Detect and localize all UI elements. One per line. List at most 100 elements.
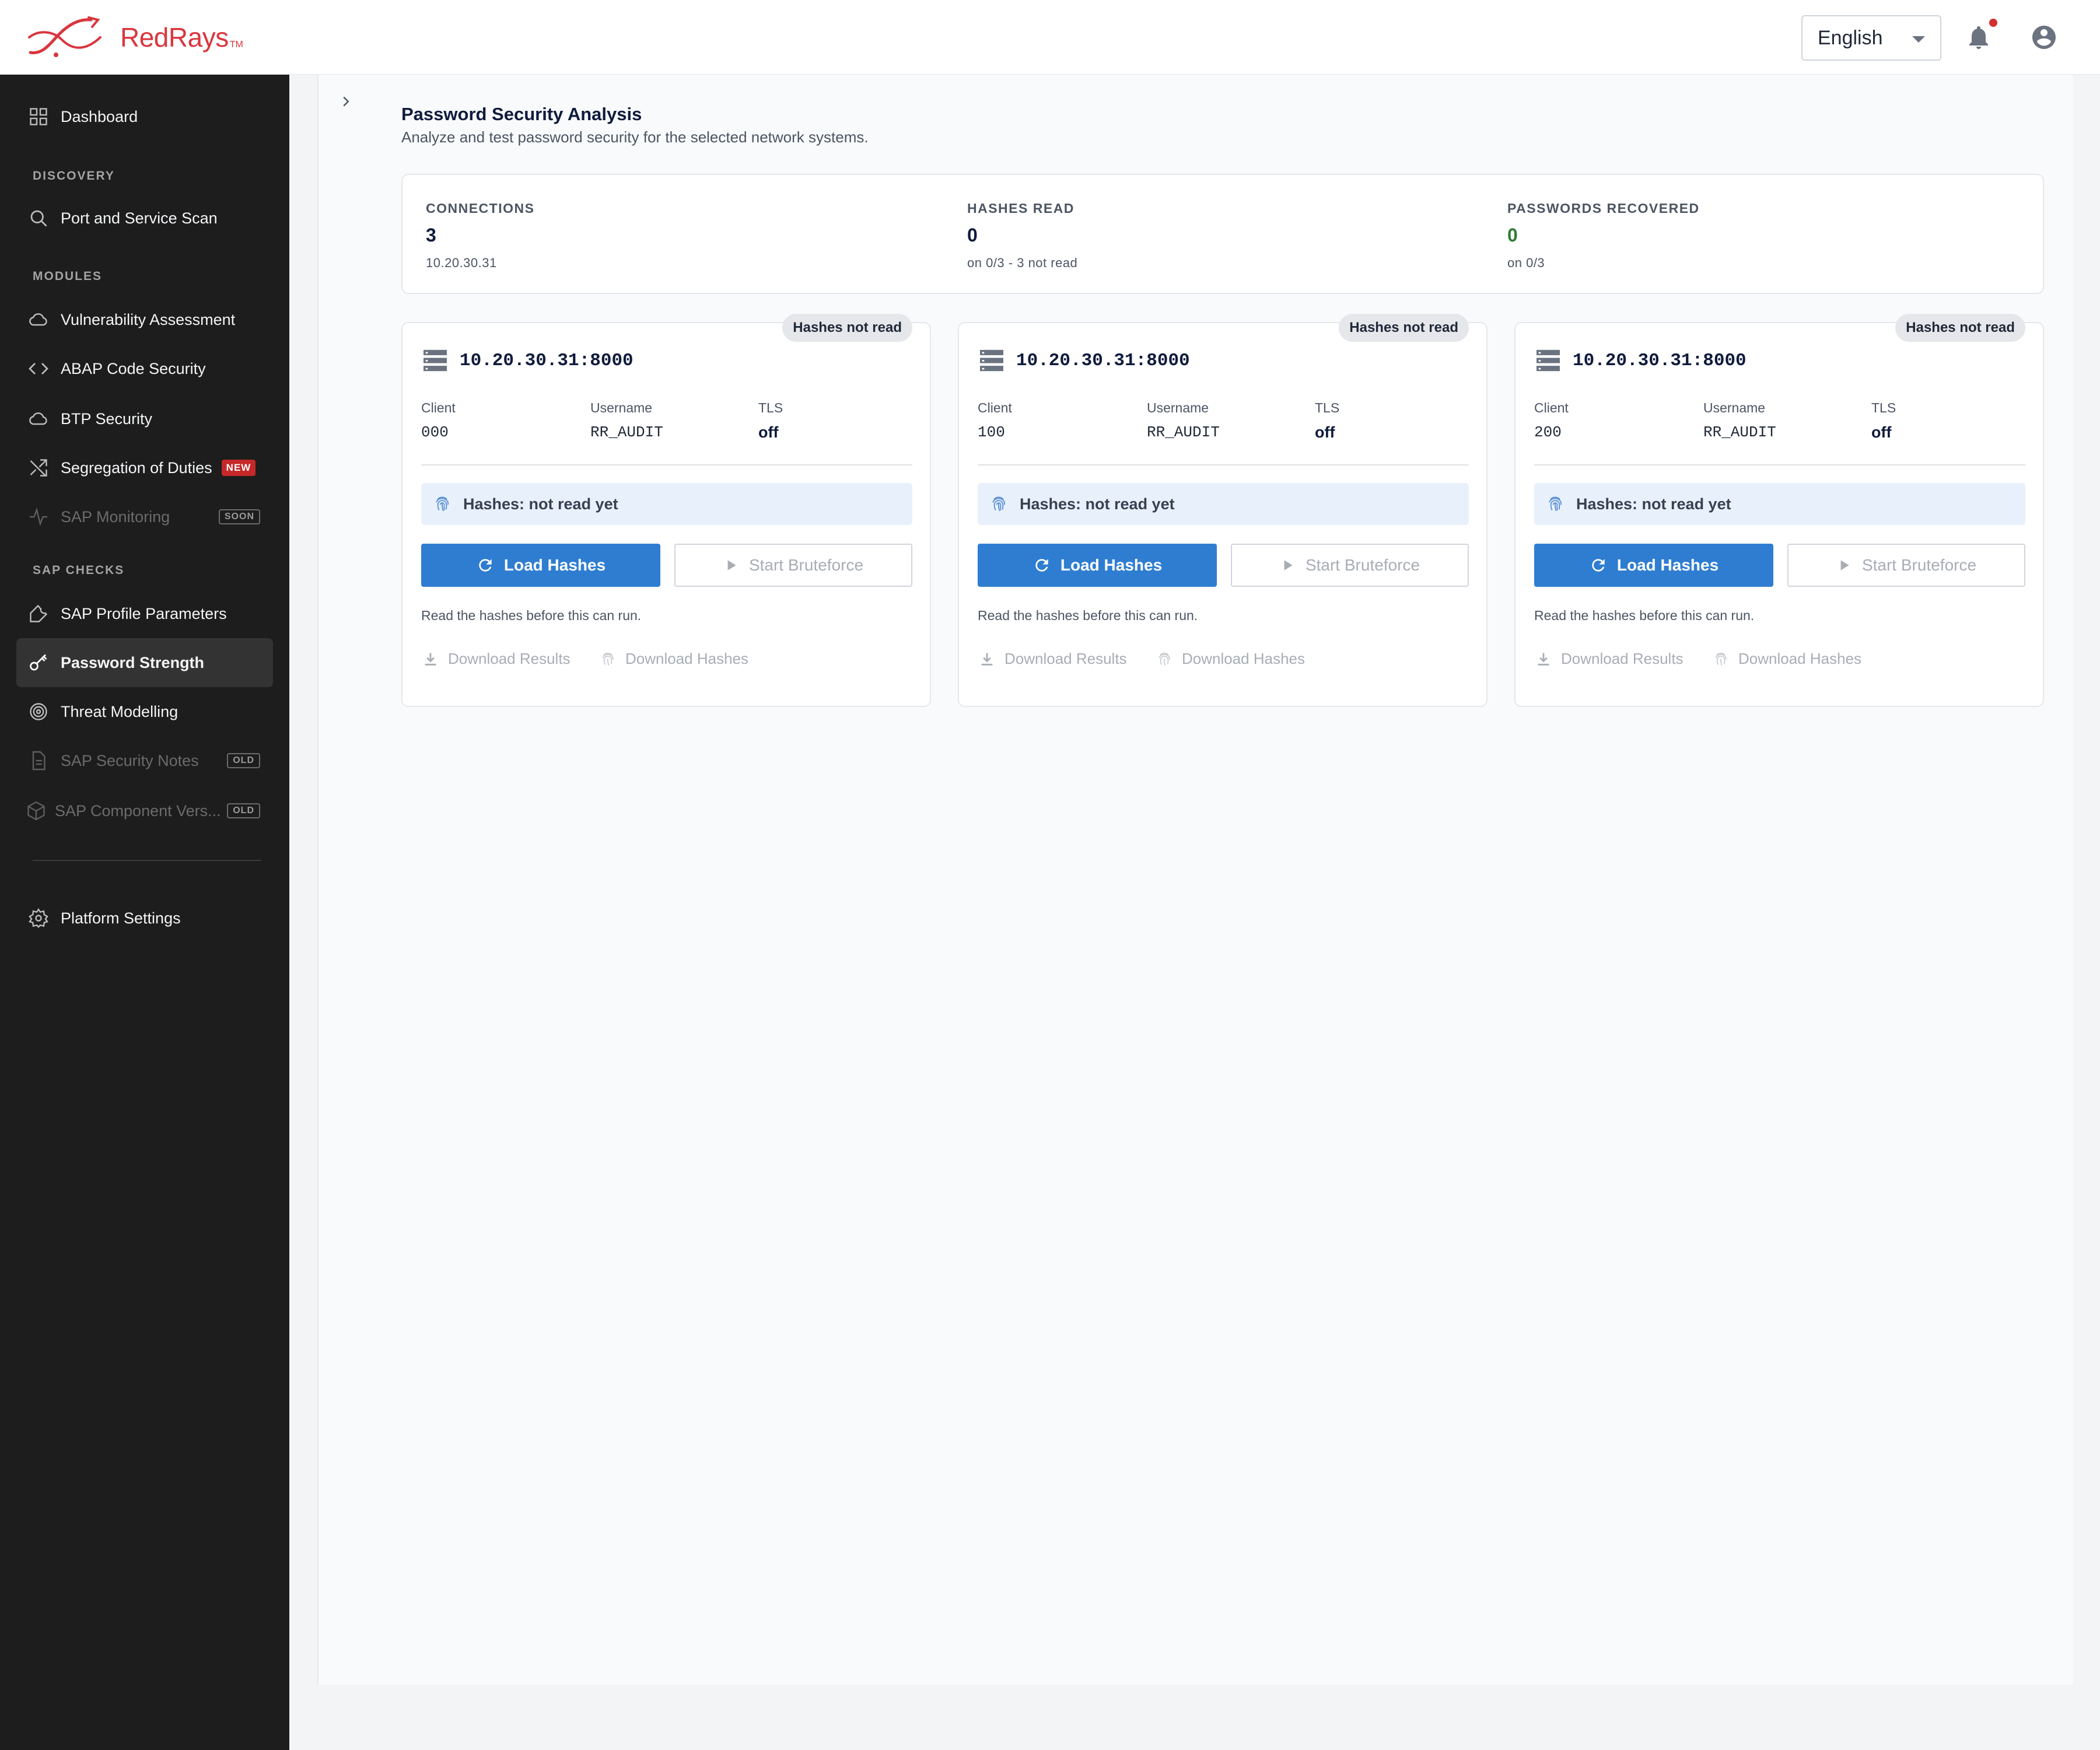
old-badge: OLD [227, 803, 260, 818]
client-value: 100 [978, 424, 1005, 441]
download-results-link[interactable]: Download Results [979, 650, 1127, 668]
key-icon [28, 652, 49, 673]
download-results-link[interactable]: Download Results [422, 650, 570, 668]
button-label: Load Hashes [1060, 556, 1163, 574]
bruteforce-hint: Read the hashes before this can run. [978, 608, 1198, 623]
sidebar-item-label: Password Strength [61, 653, 205, 671]
sidebar-item-btp[interactable]: BTP Security [16, 394, 273, 443]
section-label-modules: MODULES [33, 270, 102, 283]
download-results-link[interactable]: Download Results [1535, 650, 1684, 668]
sidebar-item-segregation[interactable]: Segregation of Duties NEW [16, 443, 273, 492]
sidebar-item-dashboard[interactable]: Dashboard [16, 92, 273, 141]
load-hashes-button[interactable]: Load Hashes [1534, 544, 1773, 587]
brand-trademark: TM [229, 40, 243, 50]
system-host: 10.20.30.31:8000 [979, 349, 1190, 372]
summary-card: CONNECTIONS 3 10.20.30.31 HASHES READ 0 … [401, 174, 2044, 294]
sidebar-item-label: Platform Settings [61, 909, 181, 927]
notifications-bell-icon[interactable] [1965, 23, 1993, 51]
search-icon [28, 208, 49, 229]
soon-badge: SOON [218, 509, 260, 524]
load-hashes-button[interactable]: Load Hashes [421, 544, 660, 587]
sidebar-item-profile-parameters[interactable]: SAP Profile Parameters [16, 589, 273, 638]
download-hashes-link[interactable]: Download Hashes [600, 650, 748, 668]
download-hashes-link[interactable]: Download Hashes [1713, 650, 1861, 668]
stat-passwords-recovered: PASSWORDS RECOVERED 0 on 0/3 [1507, 201, 1700, 271]
sidebar-item-label: ABAP Code Security [61, 359, 206, 377]
language-select-value: English [1818, 26, 1883, 49]
language-select[interactable]: English [1801, 15, 1941, 61]
document-icon [28, 750, 49, 771]
system-card: Hashes not read 10.20.30.31:8000 Client … [958, 314, 1488, 707]
hash-status-banner: Hashes: not read yet [978, 483, 1469, 525]
card-divider [978, 464, 1469, 466]
card-divider [1534, 464, 2025, 466]
sidebar-divider [33, 860, 261, 861]
sidebar-item-label: SAP Profile Parameters [61, 604, 227, 622]
brand-name: RedRays [120, 22, 229, 52]
card-divider [421, 464, 912, 466]
sidebar-item-label: Threat Modelling [61, 702, 178, 720]
account-circle-icon[interactable] [2030, 23, 2058, 51]
download-hashes-link[interactable]: Download Hashes [1156, 650, 1305, 668]
caret-down-icon [1912, 36, 1925, 43]
sidebar-item-label: SAP Monitoring [61, 508, 170, 526]
sidebar-item-abap[interactable]: ABAP Code Security [16, 344, 273, 393]
section-label-sap-checks: SAP CHECKS [33, 564, 125, 577]
sidebar-item-threat-modelling[interactable]: Threat Modelling [16, 687, 273, 736]
client-value: 200 [1534, 424, 1562, 441]
sidebar-item-password-strength[interactable]: Password Strength [16, 638, 273, 687]
server-icon [980, 349, 1003, 372]
load-hashes-button[interactable]: Load Hashes [978, 544, 1217, 587]
page-title: Password Security Analysis [401, 104, 642, 124]
system-host: 10.20.30.31:8000 [1535, 349, 1746, 372]
start-bruteforce-button[interactable]: Start Bruteforce [1787, 544, 2025, 587]
sidebar-item-vulnerability[interactable]: Vulnerability Assessment [16, 295, 273, 344]
tls-value: off [758, 424, 779, 441]
redrays-logo-icon [28, 16, 102, 57]
download-icon [981, 653, 993, 666]
system-card: Hashes not read 10.20.30.31:8000 Client … [1514, 314, 2044, 707]
stat-value: 3 [426, 225, 436, 246]
username-label: Username [1147, 400, 1209, 415]
sidebar-item-platform-settings[interactable]: Platform Settings [16, 894, 273, 943]
hash-status-text: Hashes: not read yet [1576, 495, 1731, 513]
fingerprint-icon [992, 496, 1005, 512]
chevron-right-icon[interactable] [337, 90, 355, 113]
status-badge: Hashes not read [1339, 314, 1469, 342]
tls-value: off [1871, 424, 1892, 441]
link-label: Download Hashes [625, 650, 749, 667]
fingerprint-icon [1549, 496, 1562, 512]
button-label: Load Hashes [503, 556, 606, 574]
username-value: RR_AUDIT [590, 424, 663, 441]
play-icon [727, 560, 736, 570]
old-badge: OLD [227, 753, 260, 768]
sidebar-item-label: Segregation of Duties [61, 459, 212, 477]
button-label: Start Bruteforce [748, 556, 864, 574]
sidebar-item-label: SAP Component Vers... [55, 802, 221, 820]
code-brackets-icon [28, 358, 49, 379]
sidebar-item-port-scan[interactable]: Port and Service Scan [16, 194, 273, 243]
refresh-icon [1035, 559, 1048, 572]
hash-status-banner: Hashes: not read yet [421, 483, 912, 525]
stat-hashes-read: HASHES READ 0 on 0/3 - 3 not read [967, 201, 1077, 271]
link-label: Download Hashes [1738, 650, 1862, 667]
server-icon [1536, 349, 1560, 372]
hash-status-text: Hashes: not read yet [1020, 495, 1175, 513]
start-bruteforce-button[interactable]: Start Bruteforce [674, 544, 912, 587]
brand-logo[interactable]: RedRays TM [26, 14, 243, 61]
hash-status-text: Hashes: not read yet [463, 495, 618, 513]
dashboard-grid-icon [28, 106, 49, 127]
stat-connections: CONNECTIONS 3 10.20.30.31 [426, 201, 534, 271]
stat-value: 0 [1507, 225, 1518, 246]
stat-sub: 10.20.30.31 [426, 256, 497, 270]
wrench-icon [28, 603, 49, 624]
host-address: 10.20.30.31:8000 [1016, 350, 1190, 371]
fingerprint-icon [436, 496, 449, 512]
bruteforce-hint: Read the hashes before this can run. [1534, 608, 1755, 623]
tls-label: TLS [1871, 400, 1896, 415]
page-subtitle: Analyze and test password security for t… [401, 128, 869, 146]
status-badge: Hashes not read [782, 314, 912, 342]
hash-status-banner: Hashes: not read yet [1534, 483, 2025, 525]
start-bruteforce-button[interactable]: Start Bruteforce [1231, 544, 1469, 587]
username-value: RR_AUDIT [1147, 424, 1220, 441]
